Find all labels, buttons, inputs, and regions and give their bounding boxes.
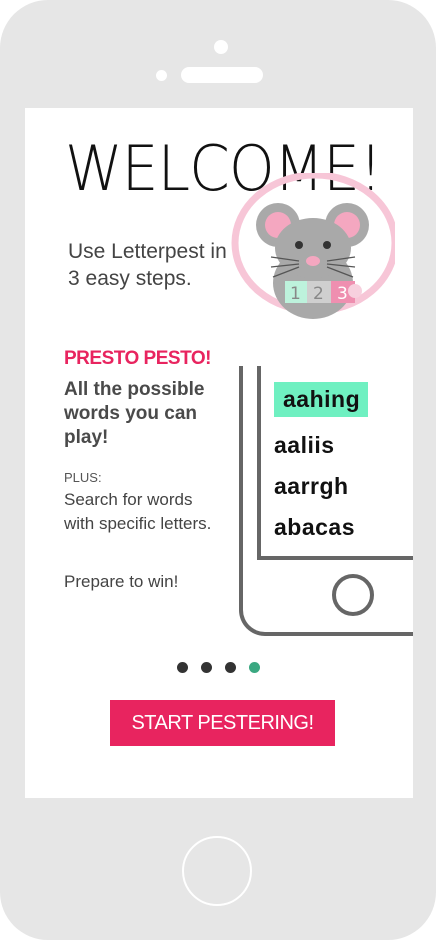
camera-icon <box>214 40 228 54</box>
mouse-illustration: 1 2 3 <box>231 173 395 319</box>
speaker-grille <box>181 67 263 83</box>
feature-title: PRESTO PESTO! <box>64 348 211 369</box>
mini-phone-home-button <box>332 574 374 616</box>
step-label-1: 1 <box>290 284 301 304</box>
word-list-item: aahing <box>274 382 369 417</box>
mouse-head <box>275 218 351 278</box>
word-list-item: aarrgh <box>274 473 349 499</box>
page-dot-3[interactable] <box>225 662 236 673</box>
home-button[interactable] <box>182 836 252 906</box>
page-dot-4[interactable] <box>249 662 260 673</box>
mouse-eye-left <box>295 241 303 249</box>
step-label-2: 2 <box>313 284 324 304</box>
intro-text: Use Letterpest in 3 easy steps. <box>68 240 227 290</box>
feature-description: All the possible words you can play! <box>64 379 205 448</box>
word-list-item: aaliis <box>274 432 335 458</box>
plus-text: Search for words with specific letters. <box>64 490 212 533</box>
plus-label: PLUS: <box>64 470 102 485</box>
step-label-3: 3 <box>337 284 348 304</box>
word-list-item: abacas <box>274 514 356 540</box>
phone-frame: WELCOME! Use Letterpest in 3 easy steps. <box>0 0 436 940</box>
closing-text: Prepare to win! <box>64 572 179 591</box>
page-dot-1[interactable] <box>177 662 188 673</box>
sensor-icon <box>156 70 167 81</box>
mouse-paw <box>348 284 362 298</box>
mouse-eye-right <box>323 241 331 249</box>
page-dot-2[interactable] <box>201 662 212 673</box>
start-pestering-button[interactable]: START PESTERING! <box>110 700 335 746</box>
mouse-nose <box>306 256 320 266</box>
pagination-dots <box>177 662 260 673</box>
screen: WELCOME! Use Letterpest in 3 easy steps. <box>25 108 413 798</box>
